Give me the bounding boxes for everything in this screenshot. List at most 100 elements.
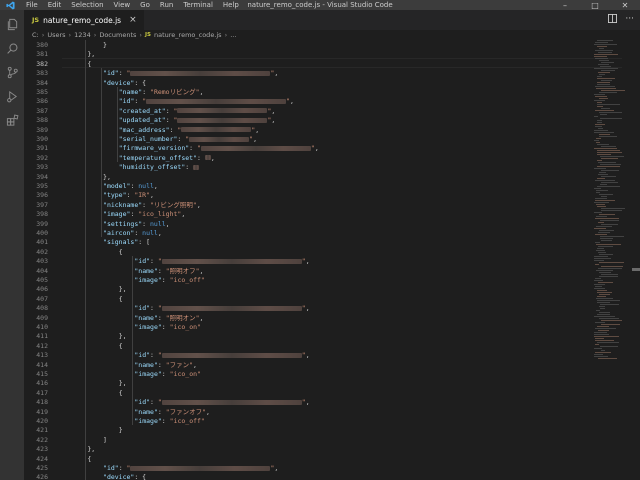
minimap-line [594,188,601,189]
minimap-line [600,118,622,119]
code-token: , [274,69,279,78]
code-area[interactable]: }},{"id": " ", "device": {"name": "Remoリビン… [56,40,622,480]
tab-nature-remo-code[interactable]: JS nature_remo_code.js × [24,10,144,30]
breadcrumb-item[interactable]: Documents [99,31,136,39]
code-token: , [199,313,204,322]
minimap-line [601,158,618,159]
code-line[interactable]: "signals": [ [103,237,150,247]
code-line[interactable]: { [119,341,123,351]
code-token: : [157,313,166,322]
code-token: "image" [103,210,131,219]
redacted-value [181,127,252,133]
code-line[interactable]: { [119,247,123,257]
code-token: "id" [134,304,151,313]
code-line[interactable]: "humidity_offset": [119,162,200,172]
minimap-line [594,260,604,261]
code-line[interactable]: "image": "ico_off" [134,416,204,426]
code-token: : [118,69,127,78]
menu-terminal[interactable]: Terminal [178,0,218,10]
minimap-line [597,106,603,107]
code-token: { [118,388,123,397]
minimap-line [598,268,622,269]
minimap-line [597,104,620,105]
minimap-line [596,298,613,299]
minimap-line [594,100,605,101]
menu-selection[interactable]: Selection [66,0,108,10]
minimize-icon[interactable]: – [550,0,580,10]
run-debug-icon[interactable] [4,88,20,104]
minimap-line [601,80,612,81]
minimap-line [599,172,606,173]
minimap-line [597,144,609,145]
minimap-line [597,40,613,41]
close-window-icon[interactable]: ✕ [610,0,640,10]
code-token: }, [118,379,127,388]
minimap-line [597,46,607,47]
code-editor[interactable]: 380 381 382 383 384 385 386 387 388 389 390 391 392 3… [24,40,640,480]
explorer-icon[interactable] [4,16,20,32]
code-token: "name" [134,313,158,322]
code-line[interactable]: { [119,388,123,398]
menu-run[interactable]: Run [155,0,178,10]
code-line[interactable]: "image": "ico_off" [134,275,204,285]
code-token: { [87,454,92,463]
more-actions-icon[interactable]: ··· [625,14,634,26]
code-token: }, [87,445,96,454]
code-token: : [161,417,170,425]
menu-view[interactable]: View [109,0,136,10]
minimap-line [599,230,614,231]
minimap-line [598,330,609,331]
source-control-icon[interactable] [4,64,20,80]
minimap-line [595,242,600,243]
minimap-line [598,52,612,53]
minimap-line [599,262,624,263]
breadcrumb-symbols[interactable]: ... [230,31,236,39]
minimap-line [599,306,605,307]
chevron-right-icon: › [139,31,142,39]
breadcrumb-file[interactable]: nature_remo_code.js [154,31,222,39]
close-icon[interactable]: × [129,15,137,25]
code-line[interactable]: { [87,454,91,464]
code-line[interactable]: } [103,40,107,50]
code-line[interactable]: ] [103,435,107,445]
code-line[interactable]: "image": "ico_on" [134,369,201,379]
redacted-value [161,305,302,311]
code-line[interactable]: { [87,59,91,69]
minimap-line [595,200,615,201]
menu-go[interactable]: Go [135,0,155,10]
menu-edit[interactable]: Edit [43,0,67,10]
minimap-line [594,212,602,213]
minimap-line [599,60,609,61]
breadcrumb-item[interactable]: 1234 [74,31,91,39]
minimap-line [601,62,614,63]
minimap-line [601,210,622,211]
code-token: "照明オフ" [165,266,200,275]
split-editor-icon[interactable] [608,14,618,26]
breadcrumb-item[interactable]: C: [32,31,39,39]
code-line[interactable]: } [119,425,123,435]
redacted-value [204,155,211,161]
code-token: : [161,323,170,331]
minimap-line [599,134,610,135]
vertical-scrollbar[interactable] [632,40,640,480]
minimap[interactable] [592,40,632,480]
minimap-line [595,198,607,199]
search-icon[interactable] [4,40,20,56]
menu-file[interactable]: File [21,0,43,10]
extensions-icon[interactable] [4,112,20,128]
scrollbar-thumb[interactable] [632,268,640,271]
minimap-line [600,156,624,157]
code-line[interactable]: "image": "ico_on" [134,322,201,332]
code-line[interactable]: "device": { [103,472,146,480]
code-line[interactable]: { [119,294,123,304]
maximize-icon[interactable]: □ [580,0,610,10]
menu-help[interactable]: Help [218,0,244,10]
minimap-line [597,78,615,79]
breadcrumb-item[interactable]: Users [47,31,65,39]
minimap-line [594,280,603,281]
minimap-line [599,272,611,273]
editor-actions: ··· [608,14,634,26]
code-token: "照明オン" [165,313,200,322]
code-token: "model" [103,182,131,190]
minimap-line [595,110,614,111]
